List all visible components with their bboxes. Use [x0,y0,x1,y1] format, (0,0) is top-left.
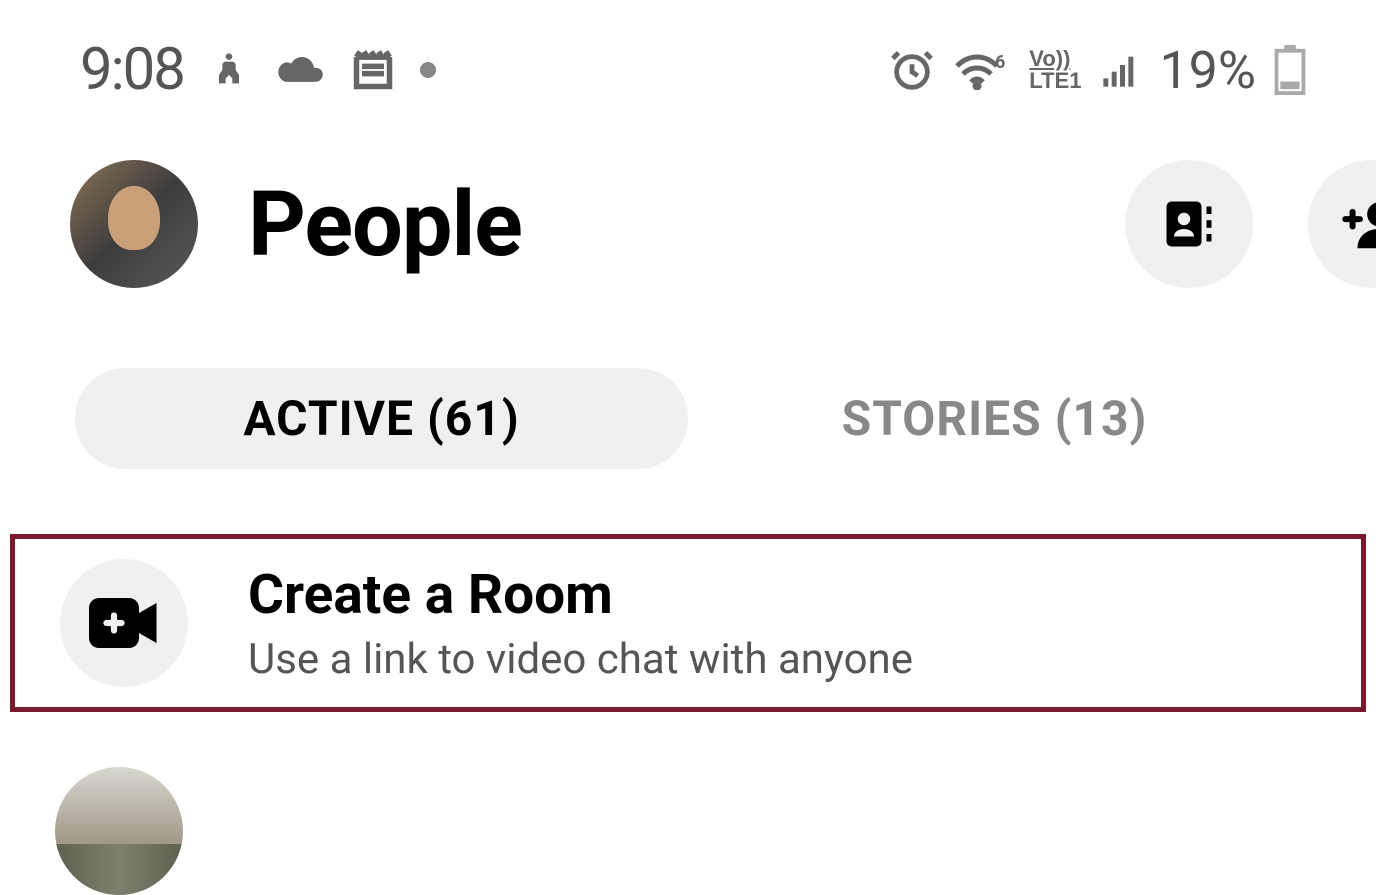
header: People 1 [0,130,1376,318]
volte-line1: Vo)) [1029,48,1081,70]
create-room-card[interactable]: Create a Room Use a link to video chat w… [10,534,1366,712]
volte-line2: LTE1 [1029,70,1081,92]
wifi-band: 6 [995,52,1005,73]
profile-avatar[interactable] [70,160,198,288]
add-person-icon [1338,194,1376,254]
create-room-subtitle: Use a link to video chat with anyone [248,635,913,684]
contacts-icon [1159,194,1219,254]
create-room-text: Create a Room Use a link to video chat w… [248,563,913,684]
signal-icon [1099,50,1141,90]
news-icon [351,48,395,92]
wifi-icon: 6 [953,50,1011,90]
tab-stories[interactable]: STORIES (13) [688,368,1301,469]
dot-icon [420,62,436,78]
tabs: ACTIVE (61) STORIES (13) [0,318,1376,499]
cloud-icon [274,52,326,88]
alarm-icon [889,47,935,93]
status-right: 6 Vo)) LTE1 19% [889,40,1306,101]
video-plus-icon [89,597,159,649]
prayer-icon [209,48,249,92]
contacts-button[interactable] [1125,160,1253,288]
battery-icon [1274,45,1306,95]
battery-percent: 19% [1159,40,1256,101]
status-bar: 9:08 6 Vo)) LTE1 19% [0,0,1376,130]
header-actions: 1 [1125,160,1376,288]
create-room-title: Create a Room [248,563,913,627]
volte-icon: Vo)) LTE1 [1029,48,1081,92]
create-room-icon-wrap [60,559,188,687]
add-friend-button[interactable]: 1 [1308,160,1376,288]
status-time: 9:08 [80,36,184,104]
contact-avatar[interactable] [55,767,183,895]
tab-active[interactable]: ACTIVE (61) [75,368,688,469]
page-title: People [248,172,1075,277]
status-left: 9:08 [80,36,436,104]
